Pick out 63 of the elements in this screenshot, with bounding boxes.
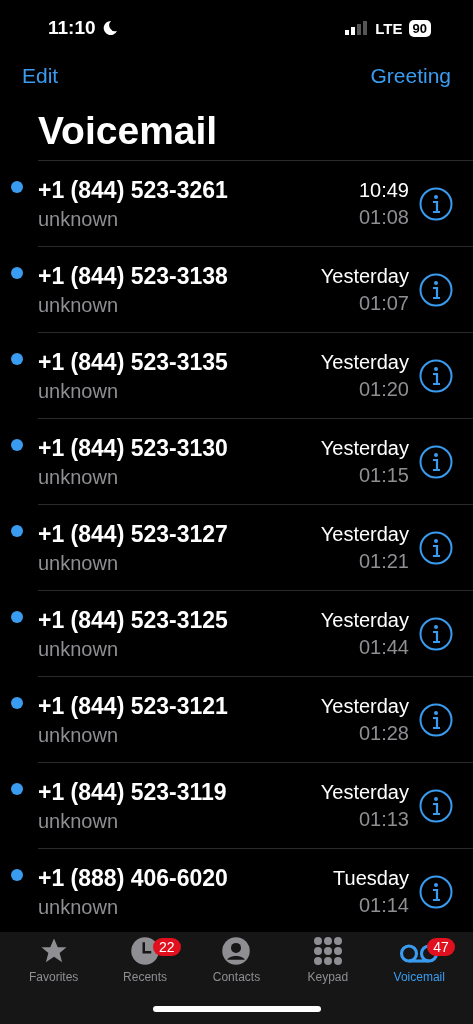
caller-label: unknown [38, 895, 120, 919]
message-duration: 01:13 [358, 807, 409, 831]
message-duration: 01:44 [358, 635, 409, 659]
caller-label: unknown [38, 723, 120, 747]
caller-label: unknown [38, 551, 120, 575]
message-time: Yesterday [320, 350, 409, 374]
count-badge: 22 [153, 938, 181, 956]
caller-number[interactable]: +1 (844) 523-3130 [38, 434, 321, 462]
moon-icon [101, 20, 118, 36]
network-label: LTE [375, 19, 403, 37]
tab-item[interactable]: Contacts [196, 936, 277, 984]
greeting-link[interactable]: Greeting [370, 64, 451, 88]
info-icon[interactable] [419, 444, 453, 479]
message-duration: 01:28 [358, 721, 409, 745]
message-duration: 01:07 [358, 291, 409, 315]
info-icon[interactable] [419, 702, 453, 737]
message-duration: 01:21 [358, 549, 409, 573]
message-time: Yesterday [320, 608, 409, 632]
message-time: Yesterday [320, 522, 409, 546]
caller-number[interactable]: +1 (844) 523-3121 [38, 692, 321, 720]
info-icon[interactable] [419, 616, 453, 651]
message-time: Yesterday [320, 694, 409, 718]
caller-label: unknown [38, 207, 120, 231]
edit-link[interactable]: Edit [22, 64, 59, 88]
info-icon[interactable] [419, 358, 453, 393]
message-time: 10:49 [358, 178, 409, 202]
tab-item[interactable]: Favorites [13, 936, 94, 984]
caller-label: unknown [38, 379, 120, 403]
message-time: Tuesday [333, 866, 409, 890]
keypad-icon [312, 936, 343, 966]
caller-number[interactable]: +1 (888) 406-6020 [38, 864, 334, 892]
info-icon[interactable] [419, 186, 453, 221]
message-duration: 01:15 [358, 463, 409, 487]
tab-item[interactable]: Recents 22 [105, 936, 186, 984]
clock-icon [130, 936, 161, 966]
message-duration: 01:20 [358, 377, 409, 401]
info-icon[interactable] [419, 788, 453, 823]
caller-label: unknown [38, 637, 120, 661]
caller-number[interactable]: +1 (844) 523-3135 [38, 348, 321, 376]
caller-number[interactable]: +1 (844) 523-3125 [38, 606, 321, 634]
caller-label: unknown [38, 809, 120, 833]
tab-item[interactable]: Keypad [287, 936, 368, 984]
battery-indicator: 90 [408, 19, 431, 37]
caller-label: unknown [38, 293, 120, 317]
message-duration: 01:08 [358, 205, 409, 229]
caller-number[interactable]: +1 (844) 523-3138 [38, 262, 321, 290]
message-time: Yesterday [320, 436, 409, 460]
count-badge: 47 [427, 938, 455, 956]
caller-number[interactable]: +1 (844) 523-3119 [38, 778, 321, 806]
message-duration: 01:14 [358, 893, 409, 917]
caller-label: unknown [38, 465, 120, 489]
tab-item[interactable]: Voicemail 47 [379, 936, 460, 984]
page-title: Voicemail [38, 108, 219, 154]
status-time: 11:10 [48, 17, 96, 39]
info-icon[interactable] [419, 874, 453, 909]
caller-number[interactable]: +1 (844) 523-3127 [38, 520, 321, 548]
signal-icon [345, 21, 370, 35]
message-time: Yesterday [320, 264, 409, 288]
caller-number[interactable]: +1 (844) 523-3261 [38, 176, 359, 204]
info-icon[interactable] [419, 530, 453, 565]
info-icon[interactable] [419, 272, 453, 307]
message-time: Yesterday [320, 780, 409, 804]
person-icon [221, 936, 252, 966]
